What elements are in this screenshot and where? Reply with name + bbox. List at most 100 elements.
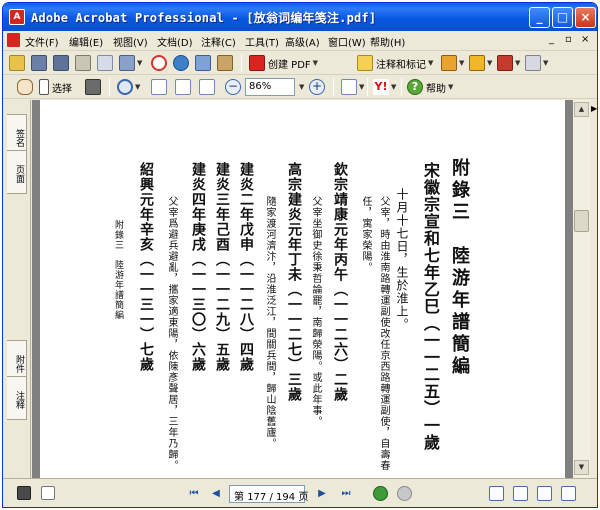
document-view[interactable]: 宋徽宗宣和七年乙巳（一一二五）一歲 十月十七日，生於淮上。 父宰，時由淮南路轉運副使… xyxy=(32,100,573,478)
lock-dropdown-icon[interactable]: ▼ xyxy=(487,59,492,67)
zoom-in-icon[interactable]: + xyxy=(309,79,325,95)
text-cursor-icon xyxy=(39,79,49,95)
actual-size-icon[interactable] xyxy=(151,79,167,95)
save-copy-icon[interactable] xyxy=(53,55,69,71)
first-page-button[interactable]: ⏮ xyxy=(187,487,201,501)
continuous-facing-icon[interactable] xyxy=(561,486,576,501)
page-number-field[interactable]: 第 177 / 194 页 xyxy=(229,485,309,503)
next-page-button[interactable]: ▶ xyxy=(315,487,329,501)
year-heading: 建炎三年己酉（一一二九）五歲 xyxy=(214,162,230,372)
menu-help[interactable]: 帮助(H) xyxy=(370,34,405,49)
vertical-scrollbar[interactable]: ▲ ▼ xyxy=(573,100,590,478)
close-button[interactable]: × xyxy=(575,7,596,28)
fit-width-icon[interactable] xyxy=(199,79,215,95)
menu-window[interactable]: 窗口(W) xyxy=(328,34,366,49)
nav-tab-comments[interactable]: 注释 xyxy=(7,376,27,420)
page-suffix: 页 xyxy=(298,492,309,503)
scroll-up-button[interactable]: ▲ xyxy=(574,102,589,117)
facing-icon[interactable] xyxy=(537,486,552,501)
total-pages: 194 xyxy=(276,492,296,503)
comment-markup-button[interactable]: 注释和标记 ▼ xyxy=(357,54,433,72)
continuous-icon[interactable] xyxy=(513,486,528,501)
attach-dropdown-icon[interactable]: ▼ xyxy=(137,59,142,67)
sign-icon[interactable] xyxy=(441,55,457,71)
scroll-down-button[interactable]: ▼ xyxy=(574,460,589,475)
fit-page-icon[interactable] xyxy=(175,79,191,95)
scroll-thumb[interactable] xyxy=(574,210,589,232)
maximize-button[interactable]: □ xyxy=(552,7,573,28)
document-properties-icon[interactable] xyxy=(41,486,55,500)
snapshot-icon[interactable] xyxy=(85,79,101,95)
nav-tab-pages[interactable]: 页面 xyxy=(7,150,27,194)
next-view-icon[interactable] xyxy=(397,486,412,501)
pdf-page: 宋徽宗宣和七年乙巳（一一二五）一歲 十月十七日，生於淮上。 父宰，時由淮南路轉運副使… xyxy=(40,100,565,478)
entry-text: 十月十七日，生於淮上。 xyxy=(395,188,409,331)
entry-text: 隨家渡河濟汴，沿淮泛江，間關兵間，歸山陰舊廬。 xyxy=(264,196,275,449)
zoom-out-icon[interactable]: − xyxy=(225,79,241,95)
sign-dropdown-icon[interactable]: ▼ xyxy=(459,59,464,67)
menu-comments[interactable]: 注释(C) xyxy=(201,34,236,49)
title-bar[interactable]: A Adobe Acrobat Professional - [放翁词编年笺注.… xyxy=(3,3,597,31)
secure-icon[interactable] xyxy=(151,55,167,71)
search-web-icon[interactable] xyxy=(173,55,189,71)
page-separator: / xyxy=(269,492,273,503)
last-page-icon: ⏭ xyxy=(341,488,351,499)
create-pdf-icon xyxy=(249,55,265,71)
menu-bar: 文件(F) 编辑(E) 视图(V) 文档(D) 注释(C) 工具(T) 高级(A… xyxy=(3,31,597,51)
status-bar: ⏮ ◀ 第 177 / 194 页 ▶ ⏭ xyxy=(3,478,597,507)
page-view-icon[interactable] xyxy=(17,486,31,500)
view-toolbar: 选择 ▼ − 86% ▼ + ▼ Y! ▼ ? 帮助 ▼ xyxy=(3,75,597,99)
page-prefix: 第 xyxy=(234,492,244,503)
entry-text: 任，寓家榮陽。 xyxy=(360,196,371,273)
year-heading: 建炎四年庚戌（一一三〇）六歲 xyxy=(190,162,206,372)
help-button[interactable]: ? 帮助 ▼ xyxy=(407,78,453,96)
help-dropdown-icon: ▼ xyxy=(448,83,454,91)
entry-text: 父宰爲避兵避亂，攜家適東陽，依陳彥聲居，三年乃歸。 xyxy=(166,196,177,471)
email-icon[interactable] xyxy=(97,55,113,71)
doc-restore-button[interactable]: ▫ xyxy=(565,34,572,45)
yahoo-dropdown-icon[interactable]: ▼ xyxy=(391,83,396,91)
save-icon[interactable] xyxy=(31,55,47,71)
zoom-input[interactable]: 86% xyxy=(245,78,295,96)
menu-document[interactable]: 文档(D) xyxy=(157,34,193,49)
stamp-icon[interactable] xyxy=(217,55,233,71)
zoom-dropdown-icon[interactable]: ▼ xyxy=(299,83,304,91)
review-icon[interactable] xyxy=(195,55,211,71)
minimize-button[interactable]: _ xyxy=(529,7,550,28)
open-folder-icon[interactable] xyxy=(9,55,25,71)
menu-file[interactable]: 文件(F) xyxy=(25,34,59,49)
menu-edit[interactable]: 编辑(E) xyxy=(69,34,103,49)
forms-dropdown-icon[interactable]: ▼ xyxy=(543,59,548,67)
maximize-icon: □ xyxy=(556,10,569,24)
doc-minimize-button[interactable]: _ xyxy=(549,34,554,45)
close-icon: × xyxy=(580,10,591,24)
previous-view-icon[interactable] xyxy=(373,486,388,501)
pen-icon[interactable] xyxy=(497,55,513,71)
menu-advanced[interactable]: 高级(A) xyxy=(285,34,320,49)
rotate-view-icon[interactable] xyxy=(341,79,357,95)
prev-page-button[interactable]: ◀ xyxy=(209,487,223,501)
help-icon: ? xyxy=(407,79,423,95)
create-pdf-button[interactable]: 创建 PDF ▼ xyxy=(249,54,318,72)
expand-pane-icon[interactable]: ▶ xyxy=(591,104,597,113)
single-page-icon[interactable] xyxy=(489,486,504,501)
first-page-icon: ⏮ xyxy=(189,488,199,499)
last-page-button[interactable]: ⏭ xyxy=(339,487,353,501)
forms-icon[interactable] xyxy=(525,55,541,71)
menu-tools[interactable]: 工具(T) xyxy=(245,34,279,49)
page-margin-label: 附錄三 陸游年譜簡編 xyxy=(113,220,123,320)
hand-tool-icon[interactable] xyxy=(17,79,33,95)
attach-icon[interactable] xyxy=(119,55,135,71)
comment-icon xyxy=(357,55,373,71)
select-tool-button[interactable]: 选择 xyxy=(39,78,72,96)
doc-close-button[interactable]: × xyxy=(581,34,589,45)
zoom-tool-dropdown-icon[interactable]: ▼ xyxy=(135,83,140,91)
pen-dropdown-icon[interactable]: ▼ xyxy=(515,59,520,67)
document-menu-icon[interactable] xyxy=(7,33,20,47)
rotate-dropdown-icon[interactable]: ▼ xyxy=(359,83,364,91)
lock-icon[interactable] xyxy=(469,55,485,71)
zoom-tool-icon[interactable] xyxy=(117,79,133,95)
yahoo-search-icon[interactable]: Y! xyxy=(373,79,389,95)
print-icon[interactable] xyxy=(75,55,91,71)
menu-view[interactable]: 视图(V) xyxy=(113,34,148,49)
